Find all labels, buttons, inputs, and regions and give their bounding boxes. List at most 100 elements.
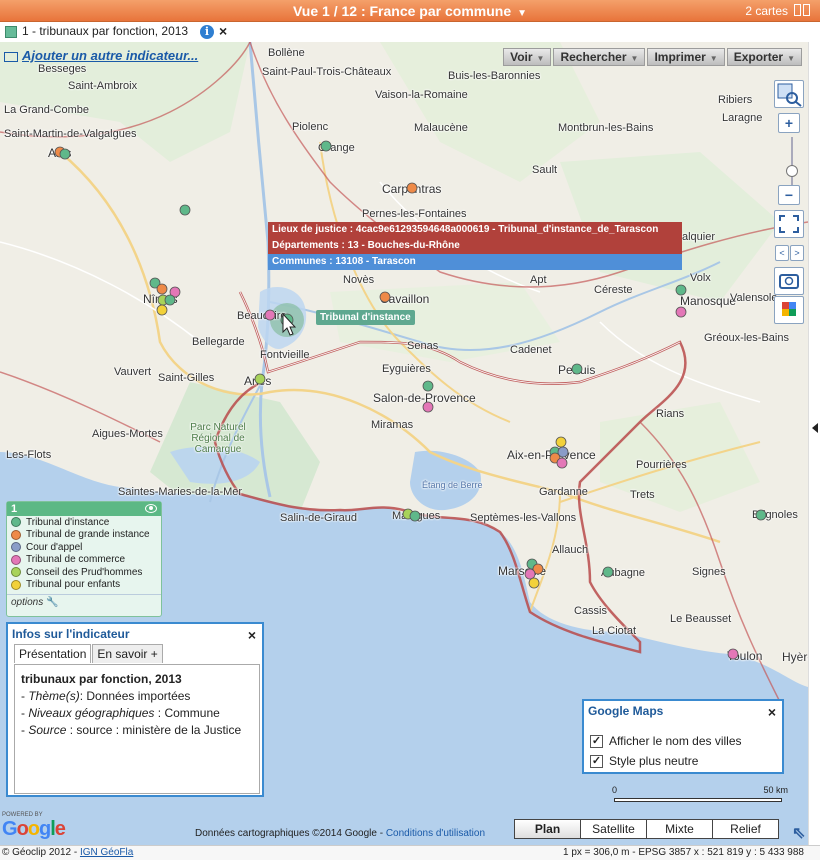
menu-imprimer[interactable]: Imprimer ▼ — [647, 48, 725, 66]
close-icon[interactable]: × — [248, 627, 256, 643]
cards-count[interactable]: 2 cartes — [745, 4, 788, 18]
fullscreen-icon — [779, 215, 799, 233]
marker-ti — [179, 204, 191, 216]
chevron-down-icon: ▼ — [787, 54, 795, 63]
gm-option-label: Style plus neutre — [609, 754, 699, 768]
map-type-mixte[interactable]: Mixte — [646, 819, 713, 839]
view-selector[interactable]: Vue 1 / 12 : France par commune ▼ — [0, 3, 820, 19]
resize-arrow-icon[interactable]: ⇖ — [792, 823, 805, 843]
add-indicator-label: Ajouter un autre indicateur... — [22, 48, 199, 63]
info-theme-key: Thème(s) — [28, 689, 80, 703]
legend-label: Cour d'appel — [26, 541, 83, 553]
gm-option-city-names[interactable]: ✓ Afficher le nom des villes — [590, 734, 742, 748]
camera-icon — [779, 274, 799, 289]
info-icon[interactable]: i — [200, 25, 214, 39]
marker-ti — [59, 148, 71, 160]
map-type-relief[interactable]: Relief — [712, 819, 779, 839]
chevron-down-icon: ▼ — [536, 54, 545, 63]
map-copyright: Données cartographiques ©2014 Google - C… — [195, 828, 485, 839]
marker-tpe — [555, 436, 567, 448]
eye-icon[interactable] — [145, 504, 157, 513]
two-cards-icon[interactable] — [794, 4, 812, 17]
indicator-swatch — [5, 26, 17, 38]
legend-dot — [11, 529, 21, 540]
scale-bar: 0 50 km — [612, 785, 788, 809]
indicator-label[interactable]: 1 - tribunaux par fonction, 2013 — [22, 24, 188, 38]
legend-options-label: options — [11, 597, 44, 608]
marker-tc — [727, 648, 739, 660]
checkbox-checked[interactable]: ✓ — [590, 754, 603, 768]
marker-ti — [164, 294, 176, 306]
google-icon — [782, 302, 796, 316]
magnifier-icon — [777, 83, 802, 107]
zoom-box-button[interactable] — [774, 80, 804, 108]
google-share-button[interactable] — [774, 296, 804, 324]
zoom-in-button[interactable]: + — [778, 113, 800, 133]
checkbox-checked[interactable]: ✓ — [590, 734, 603, 748]
marker-tc — [264, 309, 276, 321]
menu-exporter-label: Exporter — [733, 50, 784, 64]
scale-bar-line — [614, 798, 782, 802]
zoom-slider-knob[interactable] — [786, 165, 798, 177]
legend-dot — [11, 542, 21, 553]
chevron-down-icon: ▼ — [630, 54, 639, 63]
marker-tc — [524, 568, 536, 580]
close-icon[interactable]: × — [768, 704, 776, 720]
google-maps-panel: Google Maps × ✓ Afficher le nom des ville… — [582, 699, 784, 774]
legend-item: Tribunal d'instance — [7, 516, 161, 529]
scale-min: 0 — [612, 785, 618, 795]
zoom-out-button[interactable]: − — [778, 185, 800, 205]
view-title: Vue 1 / 12 : France par commune — [292, 3, 512, 19]
legend-label: Tribunal d'instance — [26, 516, 110, 528]
collapse-arrow-icon[interactable] — [812, 423, 818, 433]
google-logo[interactable]: POWERED BY Google — [2, 812, 66, 841]
chevron-down-icon: ▼ — [709, 54, 718, 63]
legend-label: Tribunal pour enfants — [26, 579, 121, 591]
prev-arrow-icon[interactable]: < — [775, 245, 789, 261]
tab-en-savoir-plus[interactable]: En savoir + — [92, 644, 163, 663]
legend-panel: 1 Tribunal d'instance Tribunal de grande… — [6, 501, 162, 617]
menu-imprimer-label: Imprimer — [654, 50, 706, 64]
legend-label: Tribunal de commerce — [26, 554, 126, 566]
legend-dot — [11, 517, 21, 528]
fullscreen-button[interactable] — [774, 210, 804, 238]
side-panel-toggle[interactable] — [808, 42, 820, 845]
gm-option-neutral-style[interactable]: ✓ Style plus neutre — [590, 754, 698, 768]
legend-options[interactable]: options 🔧 — [7, 594, 161, 610]
menu-voir[interactable]: Voir ▼ — [503, 48, 552, 66]
legend-number: 1 — [11, 503, 18, 515]
menu-rechercher-label: Rechercher — [560, 50, 627, 64]
marker-tgi — [156, 283, 168, 295]
map-canvas[interactable]: Besseges Saint-Ambroix La Grand-Combe Sa… — [0, 42, 808, 845]
close-icon[interactable]: × — [219, 23, 227, 39]
info-source-value: source : ministère de la Justice — [76, 723, 242, 737]
legend-dot — [11, 554, 21, 565]
copyright-text: Données cartographiques ©2014 Google - — [195, 828, 386, 839]
legend-item: Cour d'appel — [7, 541, 161, 554]
status-credits: © Géoclip 2012 - IGN GéoFla — [2, 847, 133, 858]
chevron-down-icon: ▼ — [517, 8, 528, 19]
add-indicator-link[interactable]: Ajouter un autre indicateur... — [4, 48, 198, 63]
map-type-satellite[interactable]: Satellite — [580, 819, 647, 839]
legend-label: Tribunal de grande instance — [26, 529, 150, 541]
view-title-bar: Vue 1 / 12 : France par commune ▼ 2 carte… — [0, 0, 820, 22]
info-theme-value: Données importées — [86, 689, 191, 703]
ign-link[interactable]: IGN GéoFla — [80, 847, 133, 858]
menu-exporter[interactable]: Exporter ▼ — [726, 48, 802, 66]
tab-presentation[interactable]: Présentation — [14, 644, 92, 663]
next-arrow-icon[interactable]: > — [790, 245, 804, 261]
legend-dot — [11, 567, 21, 578]
marker-tc — [675, 306, 687, 318]
google-wordmark: Google — [2, 818, 66, 840]
map-type-switcher: Plan Satellite Mixte Relief — [514, 819, 779, 839]
screenshot-button[interactable] — [774, 267, 804, 295]
menu-voir-label: Voir — [510, 50, 533, 64]
map-type-plan[interactable]: Plan — [514, 819, 581, 839]
indicator-bar: 1 - tribunaux par fonction, 2013 i × — [0, 22, 820, 42]
menu-rechercher[interactable]: Rechercher ▼ — [553, 48, 646, 66]
marker-tpe — [528, 577, 540, 589]
coordinate-readout: 1 px = 306,0 m - EPSG 3857 x : 521 819 y… — [563, 847, 804, 858]
terms-link[interactable]: Conditions d'utilisation — [386, 828, 485, 839]
legend-dot — [11, 579, 21, 590]
zoom-slider-track[interactable] — [791, 137, 793, 187]
